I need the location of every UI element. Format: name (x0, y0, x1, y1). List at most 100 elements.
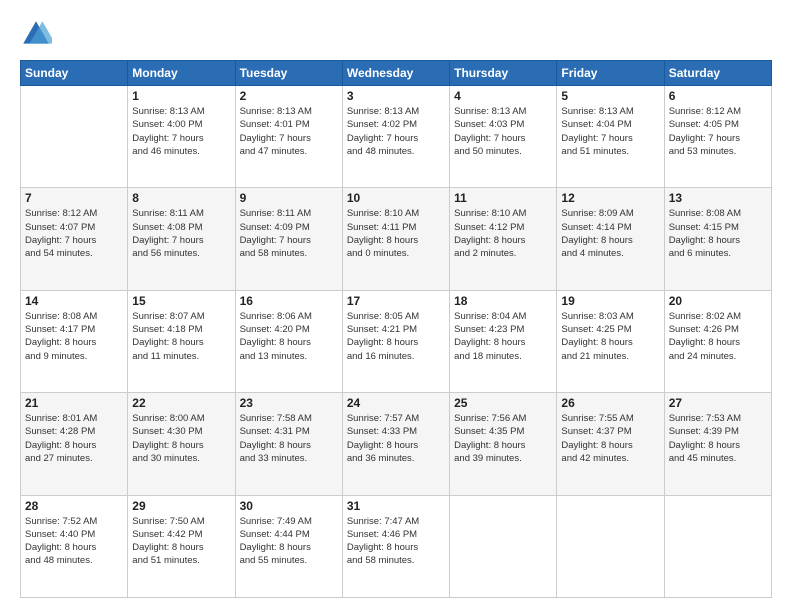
calendar-cell: 4 Sunrise: 8:13 AM Sunset: 4:03 PM Daylig… (450, 86, 557, 188)
day-number: 31 (347, 499, 445, 513)
day-info: Sunrise: 8:11 AM Sunset: 4:08 PM Dayligh… (132, 207, 230, 260)
day-number: 20 (669, 294, 767, 308)
day-number: 28 (25, 499, 123, 513)
day-info: Sunrise: 8:11 AM Sunset: 4:09 PM Dayligh… (240, 207, 338, 260)
day-number: 16 (240, 294, 338, 308)
weekday-header-wednesday: Wednesday (342, 61, 449, 86)
day-info: Sunrise: 7:47 AM Sunset: 4:46 PM Dayligh… (347, 515, 445, 568)
weekday-header-tuesday: Tuesday (235, 61, 342, 86)
day-info: Sunrise: 7:53 AM Sunset: 4:39 PM Dayligh… (669, 412, 767, 465)
day-number: 21 (25, 396, 123, 410)
day-number: 27 (669, 396, 767, 410)
weekday-header-sunday: Sunday (21, 61, 128, 86)
day-info: Sunrise: 7:49 AM Sunset: 4:44 PM Dayligh… (240, 515, 338, 568)
day-info: Sunrise: 7:56 AM Sunset: 4:35 PM Dayligh… (454, 412, 552, 465)
calendar-cell (450, 495, 557, 597)
day-info: Sunrise: 8:13 AM Sunset: 4:03 PM Dayligh… (454, 105, 552, 158)
calendar-cell: 29 Sunrise: 7:50 AM Sunset: 4:42 PM Dayli… (128, 495, 235, 597)
day-info: Sunrise: 8:02 AM Sunset: 4:26 PM Dayligh… (669, 310, 767, 363)
day-number: 10 (347, 191, 445, 205)
day-number: 1 (132, 89, 230, 103)
week-row-1: 1 Sunrise: 8:13 AM Sunset: 4:00 PM Daylig… (21, 86, 772, 188)
day-number: 5 (561, 89, 659, 103)
calendar-cell: 1 Sunrise: 8:13 AM Sunset: 4:00 PM Daylig… (128, 86, 235, 188)
day-number: 2 (240, 89, 338, 103)
calendar-cell: 28Sunrise: 7:52 AM Sunset: 4:40 PM Dayli… (21, 495, 128, 597)
day-number: 3 (347, 89, 445, 103)
calendar-cell: 22 Sunrise: 8:00 AM Sunset: 4:30 PM Dayli… (128, 393, 235, 495)
day-info: Sunrise: 7:57 AM Sunset: 4:33 PM Dayligh… (347, 412, 445, 465)
week-row-3: 14 Sunrise: 8:08 AM Sunset: 4:17 PM Dayli… (21, 290, 772, 392)
calendar-cell: 15Sunrise: 8:07 AM Sunset: 4:18 PM Dayli… (128, 290, 235, 392)
day-info: Sunrise: 8:09 AM Sunset: 4:14 PM Dayligh… (561, 207, 659, 260)
day-number: 22 (132, 396, 230, 410)
calendar: SundayMondayTuesdayWednesdayThursdayFrid… (20, 60, 772, 598)
calendar-cell: 20 Sunrise: 8:02 AM Sunset: 4:26 PM Dayli… (664, 290, 771, 392)
day-info: Sunrise: 8:12 AM Sunset: 4:05 PM Dayligh… (669, 105, 767, 158)
day-number: 4 (454, 89, 552, 103)
day-info: Sunrise: 8:13 AM Sunset: 4:00 PM Dayligh… (132, 105, 230, 158)
calendar-cell: 12 Sunrise: 8:09 AM Sunset: 4:14 PM Dayli… (557, 188, 664, 290)
day-info: Sunrise: 8:10 AM Sunset: 4:12 PM Dayligh… (454, 207, 552, 260)
day-info: Sunrise: 8:08 AM Sunset: 4:17 PM Dayligh… (25, 310, 123, 363)
day-info: Sunrise: 8:07 AM Sunset: 4:18 PM Dayligh… (132, 310, 230, 363)
calendar-cell: 27 Sunrise: 7:53 AM Sunset: 4:39 PM Dayli… (664, 393, 771, 495)
day-info: Sunrise: 8:03 AM Sunset: 4:25 PM Dayligh… (561, 310, 659, 363)
day-number: 8 (132, 191, 230, 205)
day-number: 9 (240, 191, 338, 205)
day-number: 6 (669, 89, 767, 103)
calendar-cell: 21 Sunrise: 8:01 AM Sunset: 4:28 PM Dayli… (21, 393, 128, 495)
day-info: Sunrise: 8:12 AM Sunset: 4:07 PM Dayligh… (25, 207, 123, 260)
calendar-cell: 25Sunrise: 7:56 AM Sunset: 4:35 PM Dayli… (450, 393, 557, 495)
calendar-cell: 23 Sunrise: 7:58 AM Sunset: 4:31 PM Dayli… (235, 393, 342, 495)
day-number: 11 (454, 191, 552, 205)
calendar-cell: 17 Sunrise: 8:05 AM Sunset: 4:21 PM Dayli… (342, 290, 449, 392)
weekday-header-thursday: Thursday (450, 61, 557, 86)
calendar-cell (557, 495, 664, 597)
weekday-header-monday: Monday (128, 61, 235, 86)
day-info: Sunrise: 8:06 AM Sunset: 4:20 PM Dayligh… (240, 310, 338, 363)
day-number: 26 (561, 396, 659, 410)
weekday-header-saturday: Saturday (664, 61, 771, 86)
day-number: 12 (561, 191, 659, 205)
calendar-cell: 31 Sunrise: 7:47 AM Sunset: 4:46 PM Dayli… (342, 495, 449, 597)
calendar-cell: 26 Sunrise: 7:55 AM Sunset: 4:37 PM Dayli… (557, 393, 664, 495)
day-info: Sunrise: 7:58 AM Sunset: 4:31 PM Dayligh… (240, 412, 338, 465)
day-number: 17 (347, 294, 445, 308)
day-info: Sunrise: 8:13 AM Sunset: 4:04 PM Dayligh… (561, 105, 659, 158)
day-info: Sunrise: 8:04 AM Sunset: 4:23 PM Dayligh… (454, 310, 552, 363)
page: SundayMondayTuesdayWednesdayThursdayFrid… (0, 0, 792, 612)
calendar-cell: 5 Sunrise: 8:13 AM Sunset: 4:04 PM Daylig… (557, 86, 664, 188)
calendar-cell: 30Sunrise: 7:49 AM Sunset: 4:44 PM Dayli… (235, 495, 342, 597)
day-info: Sunrise: 8:00 AM Sunset: 4:30 PM Dayligh… (132, 412, 230, 465)
calendar-cell: 18 Sunrise: 8:04 AM Sunset: 4:23 PM Dayli… (450, 290, 557, 392)
day-number: 24 (347, 396, 445, 410)
logo-icon (20, 18, 52, 50)
day-info: Sunrise: 8:05 AM Sunset: 4:21 PM Dayligh… (347, 310, 445, 363)
day-number: 29 (132, 499, 230, 513)
day-info: Sunrise: 8:10 AM Sunset: 4:11 PM Dayligh… (347, 207, 445, 260)
day-number: 19 (561, 294, 659, 308)
day-info: Sunrise: 8:08 AM Sunset: 4:15 PM Dayligh… (669, 207, 767, 260)
day-info: Sunrise: 7:55 AM Sunset: 4:37 PM Dayligh… (561, 412, 659, 465)
calendar-cell: 11 Sunrise: 8:10 AM Sunset: 4:12 PM Dayli… (450, 188, 557, 290)
calendar-cell: 7 Sunrise: 8:12 AM Sunset: 4:07 PM Daylig… (21, 188, 128, 290)
calendar-cell: 14 Sunrise: 8:08 AM Sunset: 4:17 PM Dayli… (21, 290, 128, 392)
day-info: Sunrise: 8:01 AM Sunset: 4:28 PM Dayligh… (25, 412, 123, 465)
calendar-cell: 16 Sunrise: 8:06 AM Sunset: 4:20 PM Dayli… (235, 290, 342, 392)
day-number: 7 (25, 191, 123, 205)
calendar-cell: 9 Sunrise: 8:11 AM Sunset: 4:09 PM Daylig… (235, 188, 342, 290)
calendar-cell: 3 Sunrise: 8:13 AM Sunset: 4:02 PM Daylig… (342, 86, 449, 188)
calendar-cell (664, 495, 771, 597)
day-number: 14 (25, 294, 123, 308)
calendar-cell: 13Sunrise: 8:08 AM Sunset: 4:15 PM Dayli… (664, 188, 771, 290)
calendar-cell: 2 Sunrise: 8:13 AM Sunset: 4:01 PM Daylig… (235, 86, 342, 188)
day-number: 18 (454, 294, 552, 308)
weekday-header-row: SundayMondayTuesdayWednesdayThursdayFrid… (21, 61, 772, 86)
day-info: Sunrise: 7:50 AM Sunset: 4:42 PM Dayligh… (132, 515, 230, 568)
logo-area (20, 18, 56, 50)
day-info: Sunrise: 8:13 AM Sunset: 4:02 PM Dayligh… (347, 105, 445, 158)
calendar-cell: 8 Sunrise: 8:11 AM Sunset: 4:08 PM Daylig… (128, 188, 235, 290)
day-number: 23 (240, 396, 338, 410)
day-info: Sunrise: 8:13 AM Sunset: 4:01 PM Dayligh… (240, 105, 338, 158)
